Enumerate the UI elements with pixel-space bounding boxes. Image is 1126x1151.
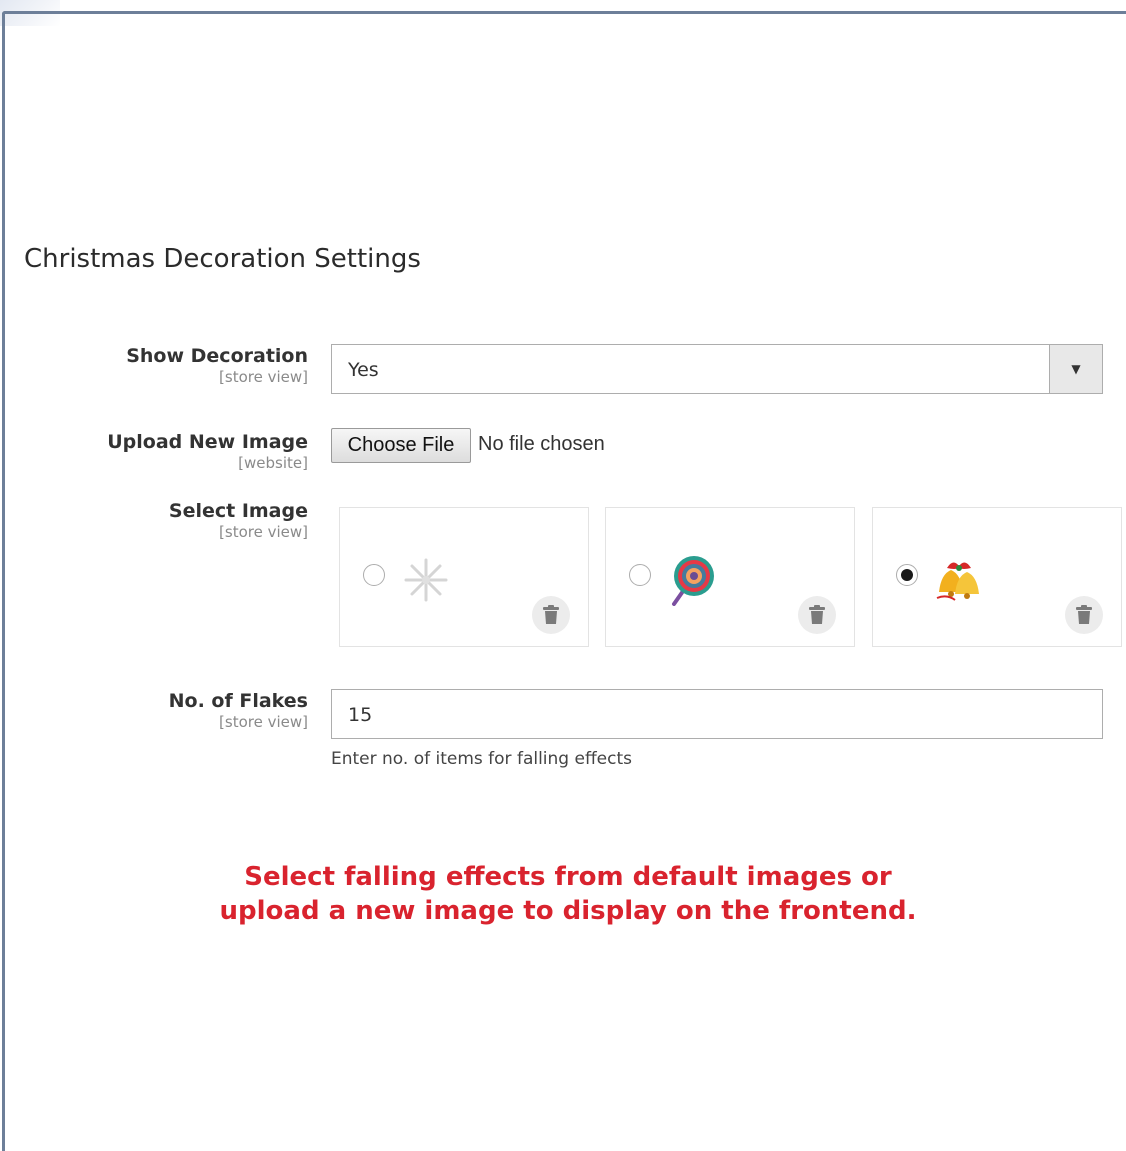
- image-option-lollipop[interactable]: [605, 507, 855, 647]
- trash-icon: [1076, 605, 1092, 624]
- image-radio-snowflake[interactable]: [363, 564, 385, 586]
- upload-image-label: Upload New Image: [107, 431, 308, 453]
- trash-icon: [809, 605, 825, 624]
- upload-image-scope: [website]: [238, 454, 308, 472]
- show-decoration-value: Yes: [348, 359, 379, 381]
- chevron-down-icon: ▼: [1071, 362, 1081, 376]
- delete-image-button-bells[interactable]: [1065, 596, 1103, 634]
- flakes-note: Enter no. of items for falling effects: [331, 749, 632, 769]
- callout-line-2: upload a new image to display on the fro…: [219, 896, 917, 926]
- file-status: No file chosen: [478, 433, 605, 455]
- show-decoration-scope: [store view]: [219, 368, 308, 386]
- image-option-snowflake[interactable]: [339, 507, 589, 647]
- flakes-label: No. of Flakes: [168, 690, 308, 712]
- section-title: Christmas Decoration Settings: [24, 244, 421, 274]
- delete-image-button-snowflake[interactable]: [532, 596, 570, 634]
- flakes-label-group: No. of Flakes [store view]: [169, 690, 308, 732]
- upload-image-label-group: Upload New Image [website]: [107, 431, 308, 473]
- bells-icon: [936, 562, 979, 601]
- select-image-label: Select Image: [168, 500, 308, 522]
- flakes-scope: [store view]: [219, 713, 308, 731]
- feature-callout: Select falling effects from default imag…: [0, 860, 1126, 928]
- choose-file-button[interactable]: Choose File: [331, 428, 471, 463]
- image-radio-lollipop[interactable]: [629, 564, 651, 586]
- snowflake-icon: [404, 558, 448, 602]
- dropdown-toggle[interactable]: ▼: [1049, 345, 1102, 393]
- lollipop-icon: [672, 556, 714, 606]
- show-decoration-label-group: Show Decoration [store view]: [126, 345, 308, 387]
- image-option-bells[interactable]: [872, 507, 1122, 647]
- show-decoration-select[interactable]: Yes ▼: [331, 344, 1103, 394]
- trash-icon: [543, 605, 559, 624]
- flakes-input[interactable]: 15: [331, 689, 1103, 739]
- select-image-label-group: Select Image [store view]: [169, 500, 308, 542]
- select-image-scope: [store view]: [219, 523, 308, 541]
- image-radio-bells[interactable]: [896, 564, 918, 586]
- callout-line-1: Select falling effects from default imag…: [244, 862, 892, 892]
- delete-image-button-lollipop[interactable]: [798, 596, 836, 634]
- show-decoration-label: Show Decoration: [126, 345, 308, 367]
